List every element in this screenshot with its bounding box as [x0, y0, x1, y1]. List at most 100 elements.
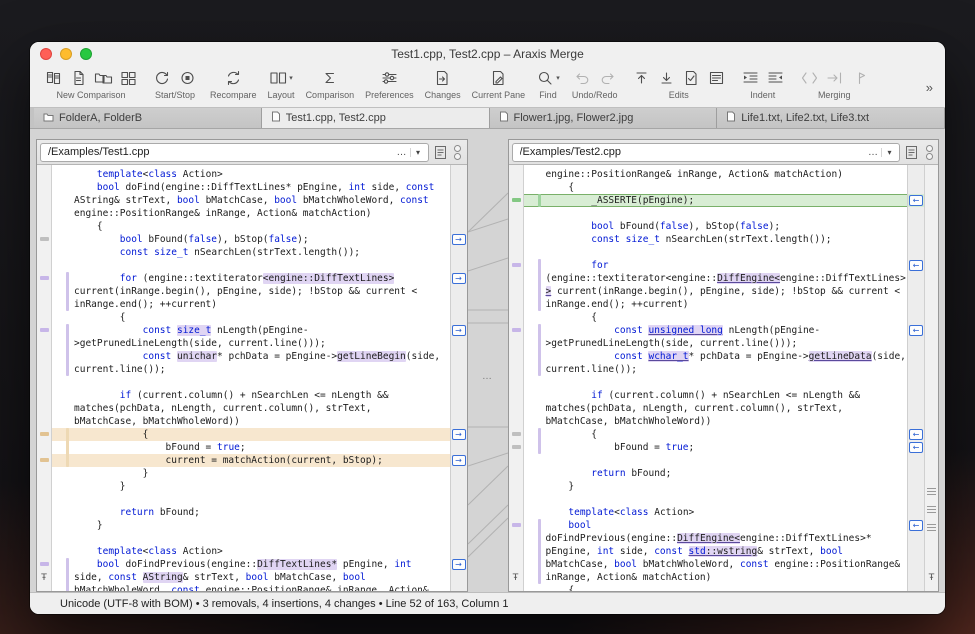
start-button[interactable] [151, 68, 174, 88]
current-pane-button[interactable] [487, 68, 510, 88]
code-line[interactable] [524, 376, 908, 389]
tab-flower1-jpg-flower2-jpg[interactable]: Flower1.jpg, Flower2.jpg [490, 108, 718, 128]
code-line[interactable]: { [524, 311, 908, 324]
overview-strip[interactable]: Ŧ [37, 165, 52, 591]
code-line[interactable]: if (current.column() + nSearchLen <= nLe… [52, 389, 450, 402]
code-line[interactable] [524, 454, 908, 467]
overview-strip[interactable]: Ŧ [509, 165, 524, 591]
code-line[interactable]: const size_t nSearchLen(strText.length()… [52, 246, 450, 259]
hidden-lines-icon[interactable] [927, 506, 936, 514]
merge-left-button[interactable] [798, 68, 821, 88]
code-line[interactable] [524, 207, 908, 220]
new-folder-comparison-button[interactable] [92, 68, 115, 88]
file-path-field[interactable]: /Examples/Test1.cpp…▾ [40, 143, 429, 162]
code-line[interactable]: >getPrunedLineLength(side, current.line(… [52, 337, 450, 350]
code-line[interactable]: } [524, 480, 908, 493]
code-line[interactable]: { [524, 181, 908, 194]
tab-test1-cpp-test2-cpp[interactable]: Test1.cpp, Test2.cpp [262, 108, 490, 128]
code-line[interactable]: { [52, 220, 450, 233]
merge-to-right-arrow-button[interactable]: → [452, 559, 466, 570]
code-line[interactable]: inRange, Action& matchAction) [524, 571, 908, 584]
layout-button[interactable]: ▾ [269, 68, 293, 88]
code-line[interactable]: { [52, 428, 450, 441]
path-options-button[interactable]: … [865, 147, 881, 158]
code-line[interactable]: _ASSERTE(pEngine); [524, 194, 908, 207]
merge-to-right-arrow-button[interactable]: → [452, 429, 466, 440]
merge-to-left-arrow-button[interactable]: ← [909, 325, 923, 336]
redo-button[interactable] [596, 68, 619, 88]
code-line[interactable]: template<class Action> [524, 506, 908, 519]
overview-mark[interactable] [512, 263, 521, 267]
code-area[interactable]: engine::PositionRange& inRange, Action& … [524, 165, 908, 591]
overview-mark[interactable] [40, 237, 49, 241]
merge-to-right-arrow-button[interactable]: → [452, 455, 466, 466]
code-line[interactable]: matches(pchData, nLength, current.column… [524, 402, 908, 415]
code-line[interactable]: doFindPrevious(engine::DiffEngine<engine… [524, 532, 908, 545]
path-options-button[interactable]: … [394, 147, 410, 158]
code-line[interactable]: bool bFound(false), bStop(false); [52, 233, 450, 246]
overview-mark[interactable] [40, 458, 49, 462]
changes-button[interactable] [431, 68, 454, 88]
code-line[interactable]: bFound = true; [52, 441, 450, 454]
merge-to-left-arrow-button[interactable]: ← [909, 520, 923, 531]
tab-life1-txt-life2-txt-life3-txt[interactable]: Life1.txt, Life2.txt, Life3.txt [717, 108, 945, 128]
overview-mark[interactable] [512, 198, 521, 202]
code-line[interactable]: return bFound; [52, 506, 450, 519]
code-line[interactable]: inRange.end(); ++current) [524, 298, 908, 311]
undo-button[interactable] [571, 68, 594, 88]
code-line[interactable]: current.line()); [52, 363, 450, 376]
scroll-sync-icon[interactable] [923, 145, 935, 160]
overview-mark[interactable] [512, 445, 521, 449]
code-line[interactable] [52, 493, 450, 506]
code-line[interactable]: engine::PositionRange& inRange, Action& … [524, 168, 908, 181]
code-line[interactable]: side, const AString& strText, bool bMatc… [52, 571, 450, 584]
pane-menu-icon[interactable] [432, 144, 449, 161]
code-line[interactable]: bool bFound(false), bStop(false); [524, 220, 908, 233]
code-line[interactable]: pEngine, int side, const std::wstring& s… [524, 545, 908, 558]
overview-mark[interactable] [512, 523, 521, 527]
code-line[interactable]: bMatchCase, bMatchWholeWord)) [52, 415, 450, 428]
code-line[interactable]: bool doFindPrevious(engine::DiffTextLine… [52, 558, 450, 571]
merge-to-left-arrow-button[interactable]: ← [909, 442, 923, 453]
new-text-comparison-button[interactable] [42, 68, 65, 88]
merge-to-left-arrow-button[interactable]: ← [909, 429, 923, 440]
code-line[interactable]: current = matchAction(current, bStop); [52, 454, 450, 467]
code-line[interactable]: } [52, 467, 450, 480]
code-line[interactable]: matches(pchData, nLength, current.column… [52, 402, 450, 415]
code-line[interactable]: { [52, 311, 450, 324]
code-line[interactable]: const size_t nSearchLen(strText.length()… [524, 233, 908, 246]
code-line[interactable]: bMatchWholeWord, const engine::PositionR… [52, 584, 450, 591]
overview-mark[interactable] [512, 432, 521, 436]
code-line[interactable]: if (current.column() + nSearchLen <= nLe… [524, 389, 908, 402]
accept-edit-button[interactable] [680, 68, 703, 88]
previous-change-button[interactable] [630, 68, 653, 88]
new-text-comparison-alt-button[interactable] [67, 68, 90, 88]
merge-to-right-arrow-button[interactable]: → [452, 325, 466, 336]
tab-foldera-folderb[interactable]: FolderA, FolderB [34, 108, 262, 128]
code-line[interactable]: bool doFind(engine::DiffTextLines* pEngi… [52, 181, 450, 194]
code-line[interactable]: template<class Action> [52, 545, 450, 558]
code-line[interactable]: bool [524, 519, 908, 532]
code-line[interactable]: > current(inRange.begin(), pEngine, side… [524, 285, 908, 298]
code-line[interactable]: AString& strText, bool bMatchCase, bool … [52, 194, 450, 207]
code-line[interactable]: template<class Action> [52, 168, 450, 181]
scroll-sync-icon[interactable] [452, 145, 464, 160]
merge-to-left-arrow-button[interactable]: ← [909, 260, 923, 271]
code-line[interactable]: } [52, 519, 450, 532]
overview-mark[interactable] [40, 432, 49, 436]
code-line[interactable]: bFound = true; [524, 441, 908, 454]
next-change-button[interactable] [655, 68, 678, 88]
recompare-button[interactable] [222, 68, 245, 88]
code-area[interactable]: template<class Action> bool doFind(engin… [52, 165, 450, 591]
code-line[interactable]: for (engine::textiterator<engine::DiffTe… [52, 272, 450, 285]
overview-mark[interactable] [40, 276, 49, 280]
increase-indent-button[interactable] [739, 68, 762, 88]
toolbar-overflow-button[interactable]: » [922, 80, 937, 95]
edit-list-button[interactable] [705, 68, 728, 88]
code-line[interactable]: const size_t nLength(pEngine- [52, 324, 450, 337]
code-line[interactable] [524, 246, 908, 259]
file-path-field[interactable]: /Examples/Test2.cpp…▾ [512, 143, 901, 162]
code-line[interactable] [52, 376, 450, 389]
path-dropdown-button[interactable]: ▾ [881, 148, 897, 157]
code-line[interactable]: bMatchCase, bMatchWholeWord)) [524, 415, 908, 428]
